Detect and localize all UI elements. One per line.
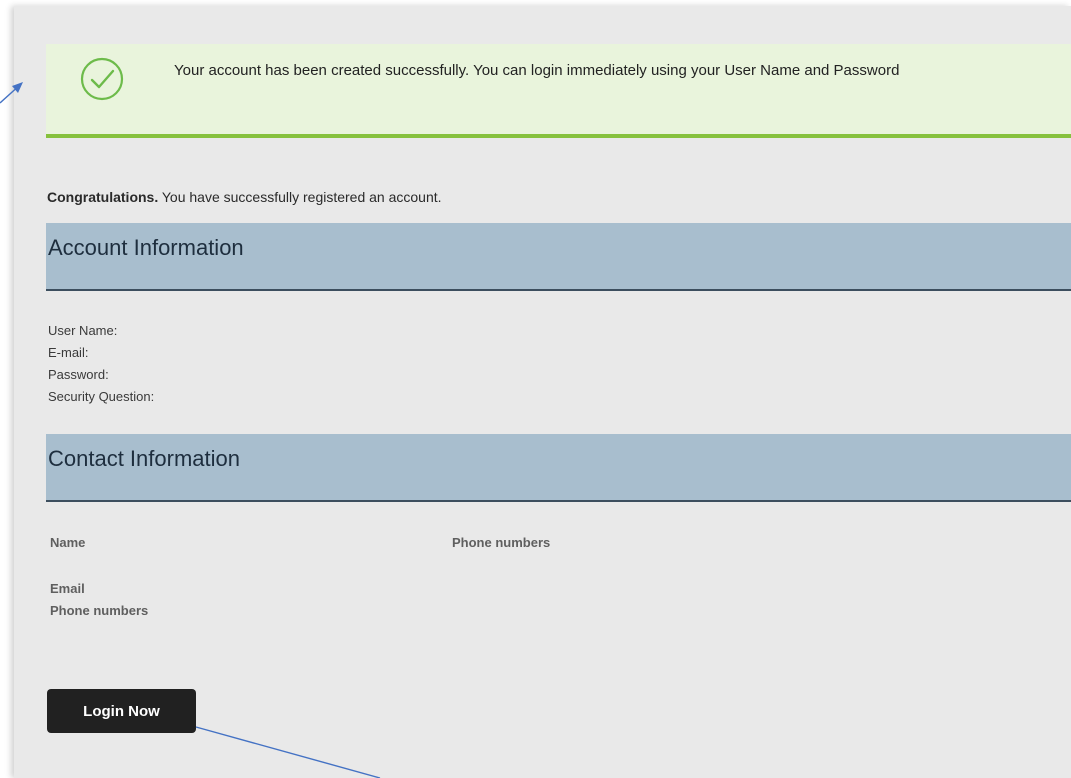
intro-text: Congratulations. You have successfully r…: [47, 189, 442, 205]
registration-confirmation-page: Your account has been created successful…: [14, 6, 1071, 778]
intro-bold: Congratulations.: [47, 189, 159, 205]
user-name-label: User Name:: [48, 323, 118, 338]
contact-phone-numbers-label: Phone numbers: [50, 603, 149, 618]
account-info-header: Account Information: [46, 223, 1071, 291]
login-now-button[interactable]: Login Now: [47, 689, 196, 733]
security-question-label: Security Question:: [48, 389, 155, 404]
success-banner: Your account has been created successful…: [46, 44, 1071, 138]
check-circle-icon: [80, 57, 124, 101]
contact-name-label: Name: [50, 535, 86, 550]
intro-rest: You have successfully registered an acco…: [158, 189, 442, 205]
email-label: E-mail:: [48, 345, 89, 360]
contact-email-label: Email: [50, 581, 85, 596]
success-message: Your account has been created successful…: [174, 62, 900, 79]
contact-info-title: Contact Information: [48, 446, 240, 471]
contact-info-header: Contact Information: [46, 434, 1071, 502]
account-info-title: Account Information: [48, 235, 244, 260]
password-label: Password:: [48, 367, 109, 382]
contact-phone-numbers-header: Phone numbers: [452, 535, 551, 550]
